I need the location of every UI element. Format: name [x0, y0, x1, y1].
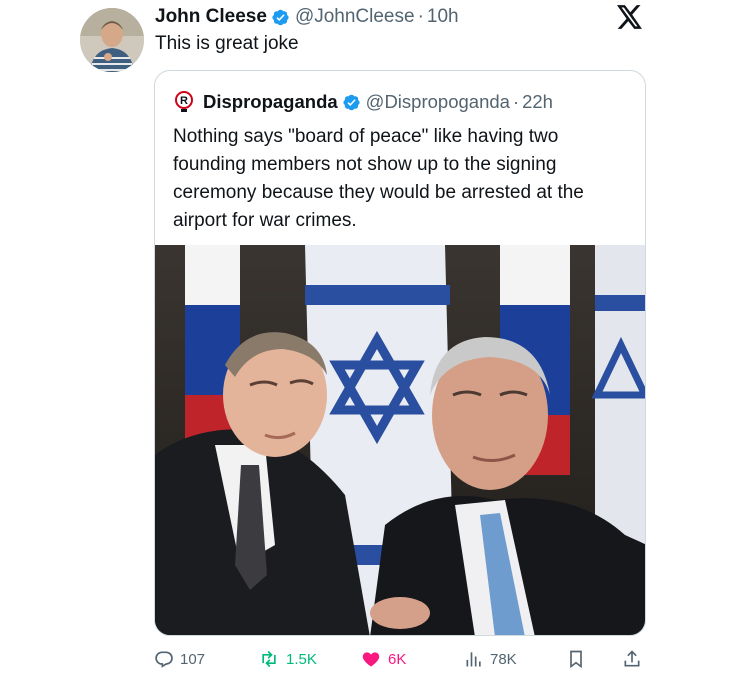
bookmark-icon	[570, 650, 582, 669]
separator: ·	[417, 6, 424, 27]
repost-count: 1.5K	[286, 650, 317, 668]
quoted-author-avatar[interactable]: R	[173, 91, 195, 113]
quoted-tweet-card[interactable]: R Dispropaganda @Dispropoganda · 22h Not…	[154, 70, 646, 636]
quoted-author-name[interactable]: Dispropaganda	[203, 91, 338, 113]
like-button[interactable]: 6K	[360, 644, 406, 674]
repost-button[interactable]: 1.5K	[258, 644, 317, 674]
author-handle[interactable]: @JohnCleese	[295, 6, 415, 28]
tweet-time[interactable]: 10h	[427, 6, 459, 28]
tweet-header: John Cleese @JohnCleese · 10h	[155, 5, 459, 29]
tweet-screenshot: John Cleese @JohnCleese · 10h This is gr…	[0, 0, 730, 683]
tweet-text: This is great joke	[155, 33, 299, 54]
author-name[interactable]: John Cleese	[155, 6, 267, 28]
like-icon	[362, 652, 380, 667]
views-button[interactable]: 78K	[464, 644, 517, 674]
views-icon	[466, 652, 481, 667]
share-button[interactable]	[622, 644, 648, 674]
bookmark-button[interactable]	[566, 644, 592, 674]
share-icon	[624, 650, 640, 667]
repost-icon	[262, 650, 276, 668]
separator: ·	[512, 91, 520, 112]
quoted-tweet-photo[interactable]	[155, 245, 645, 635]
reply-count: 107	[180, 650, 206, 668]
author-avatar[interactable]	[80, 8, 144, 72]
verified-badge-icon	[342, 93, 361, 112]
verified-badge-icon	[271, 8, 290, 27]
action-bar: 107 1.5K 6K 78K	[154, 644, 654, 674]
quoted-tweet-time[interactable]: 22h	[522, 91, 553, 113]
svg-text:R: R	[180, 95, 188, 107]
quoted-author-handle[interactable]: @Dispropoganda	[366, 91, 510, 113]
quoted-tweet-header: R Dispropaganda @Dispropoganda · 22h	[173, 91, 553, 113]
views-count: 78K	[490, 650, 517, 668]
quoted-tweet-text: Nothing says "board of peace" like havin…	[173, 126, 584, 231]
like-count: 6K	[388, 650, 407, 668]
reply-icon	[155, 651, 173, 668]
x-logo-icon[interactable]	[617, 5, 643, 29]
reply-button[interactable]: 107	[154, 644, 205, 674]
